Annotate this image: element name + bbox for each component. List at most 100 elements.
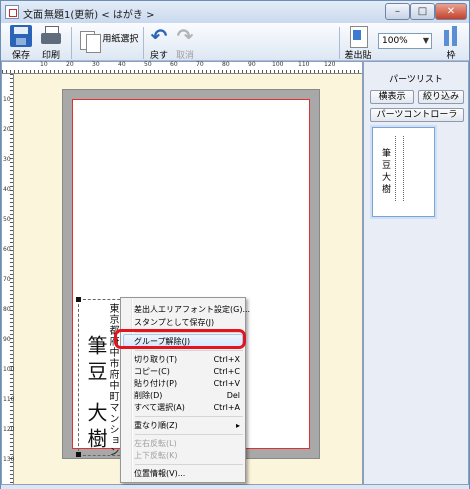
menu-item-select-all[interactable]: すべて選択(A) Ctrl+A (134, 401, 244, 414)
menu-divider (135, 434, 243, 435)
save-icon (10, 25, 32, 47)
sender-paste-button[interactable]: 差出貼 (343, 25, 373, 61)
redo-button[interactable]: ↷ 取消 (173, 25, 197, 61)
document-title: 無題1(更新) < はがき > (44, 10, 155, 21)
menu-item-position-info[interactable]: 位置情報(V)... (134, 467, 244, 480)
menu-item-label: 上下反転(K) (134, 451, 178, 460)
ruler-label: 110 (3, 396, 15, 403)
toolbar: 保存 印刷 用紙選択 ↶ 戻す ↷ 取消 差出貼 100% ▼ 枠 (1, 23, 469, 61)
vertical-ruler: 10 20 30 40 50 60 70 80 90 100 110 120 1… (2, 74, 14, 484)
selection-handle[interactable] (76, 297, 81, 302)
sender-icon (347, 25, 369, 48)
submenu-arrow-icon: ▸ (235, 421, 240, 430)
thumbnail-line (403, 136, 404, 201)
close-button[interactable]: ✕ (435, 3, 467, 20)
thumbnail-line (395, 136, 396, 201)
printer-icon (40, 25, 62, 47)
app-icon (5, 5, 19, 19)
ruler-label: 90 (3, 336, 11, 343)
ruler-label: 10 (40, 61, 48, 68)
chevron-down-icon: ▼ (422, 36, 429, 45)
frame-label: 枠 (446, 51, 456, 61)
ruler-label: 10 (3, 96, 11, 103)
minimize-button[interactable]: – (385, 3, 410, 20)
ruler-label: 40 (3, 186, 11, 193)
title-bar: 文面 無題1(更新) < はがき > – □ ✕ (1, 1, 469, 23)
horizontal-view-button[interactable]: 横表示 (370, 90, 414, 104)
ruler-label: 30 (92, 61, 100, 68)
annotation-highlight-ring (114, 329, 246, 349)
app-window: 文面 無題1(更新) < はがき > – □ ✕ 保存 印刷 用紙選択 ↶ 戻す… (0, 0, 470, 489)
menu-item-label: コピー(C) (134, 367, 170, 376)
filter-button[interactable]: 絞り込み (418, 90, 464, 104)
zoom-select[interactable]: 100% ▼ (378, 33, 432, 49)
ruler-label: 20 (3, 126, 11, 133)
ruler-label: 20 (66, 61, 74, 68)
menu-item-label: 削除(D) (134, 391, 163, 400)
ruler-label: 60 (3, 246, 11, 253)
menu-item-flip-vertical[interactable]: 上下反転(K) (134, 449, 244, 462)
menu-item-z-order[interactable]: 重なり順(Z) ▸ (134, 419, 244, 432)
ruler-label: 30 (3, 156, 11, 163)
menu-item-label: 切り取り(T) (134, 355, 178, 364)
ruler-label: 100 (3, 366, 15, 373)
part-thumbnail[interactable]: 筆豆大樹 (372, 127, 435, 217)
undo-icon: ↶ (150, 24, 168, 48)
ruler-label: 100 (272, 61, 284, 68)
ruler-label: 40 (118, 61, 126, 68)
selection-handle[interactable] (76, 452, 81, 457)
zoom-value: 100% (382, 36, 408, 46)
ruler-label: 80 (222, 61, 230, 68)
menu-item-label: すべて選択(A) (134, 403, 185, 412)
ruler-label: 130 (3, 456, 15, 463)
menu-item-label: 重なり順(Z) (134, 421, 178, 430)
menu-divider (135, 416, 243, 417)
paper-select-label: 用紙選択 (102, 34, 139, 45)
toolbar-divider (339, 27, 340, 59)
paper-icon (78, 29, 101, 53)
redo-label: 取消 (175, 51, 194, 61)
menu-item-sender-font[interactable]: 差出人エリアフォント設定(G)... (134, 303, 250, 316)
frame-button[interactable]: 枠 (439, 25, 463, 61)
parts-panel: パーツリスト 横表示 絞り込み パーツコントローラ 筆豆大樹 (363, 61, 469, 485)
paper-select-button[interactable]: 用紙選択 (77, 25, 139, 53)
undo-label: 戻す (149, 51, 168, 61)
ruler-label: 80 (3, 306, 11, 313)
parts-controller-button[interactable]: パーツコントローラ (370, 108, 464, 122)
parts-list-title: パーツリスト (389, 75, 443, 85)
toolbar-divider (71, 27, 72, 59)
status-bar (1, 485, 469, 489)
ruler-label: 70 (3, 276, 11, 283)
menu-divider (135, 350, 243, 351)
ruler-label: 60 (170, 61, 178, 68)
maximize-button[interactable]: □ (410, 3, 435, 20)
menu-item-label: 差出人エリアフォント設定(G)... (134, 305, 251, 314)
context-menu: 差出人エリアフォント設定(G)... スタンプとして保存(J) グループ解除(J… (120, 297, 250, 483)
print-label: 印刷 (41, 51, 60, 61)
ruler-label: 120 (324, 61, 336, 68)
save-button[interactable]: 保存 (7, 25, 35, 61)
ruler-label: 90 (248, 61, 256, 68)
thumbnail-text: 筆豆大樹 (380, 148, 390, 196)
menu-item-label: 位置情報(V)... (134, 469, 186, 478)
ruler-label: 120 (3, 426, 15, 433)
window-title: 文面 (23, 10, 43, 21)
redo-icon: ↷ (176, 24, 194, 48)
horizontal-ruler: 10 20 30 40 50 60 70 80 90 100 110 120 (2, 61, 362, 74)
menu-divider (135, 464, 243, 465)
ruler-label: 50 (144, 61, 152, 68)
ruler-label: 70 (196, 61, 204, 68)
ruler-label: 50 (3, 216, 11, 223)
menu-item-label: 左右反転(L) (134, 439, 177, 448)
menu-item-label: 貼り付け(P) (134, 379, 178, 388)
menu-shortcut: Ctrl+A (213, 403, 240, 412)
sender-paste-label: 差出貼 (344, 51, 372, 61)
menu-item-save-stamp[interactable]: スタンプとして保存(J) (134, 316, 244, 329)
save-label: 保存 (11, 51, 30, 61)
undo-button[interactable]: ↶ 戻す (147, 25, 171, 61)
print-button[interactable]: 印刷 (37, 25, 65, 61)
toolbar-divider (143, 27, 144, 59)
frame-icon (440, 25, 462, 47)
menu-item-label: スタンプとして保存(J) (134, 318, 215, 327)
ruler-label: 110 (298, 61, 310, 68)
